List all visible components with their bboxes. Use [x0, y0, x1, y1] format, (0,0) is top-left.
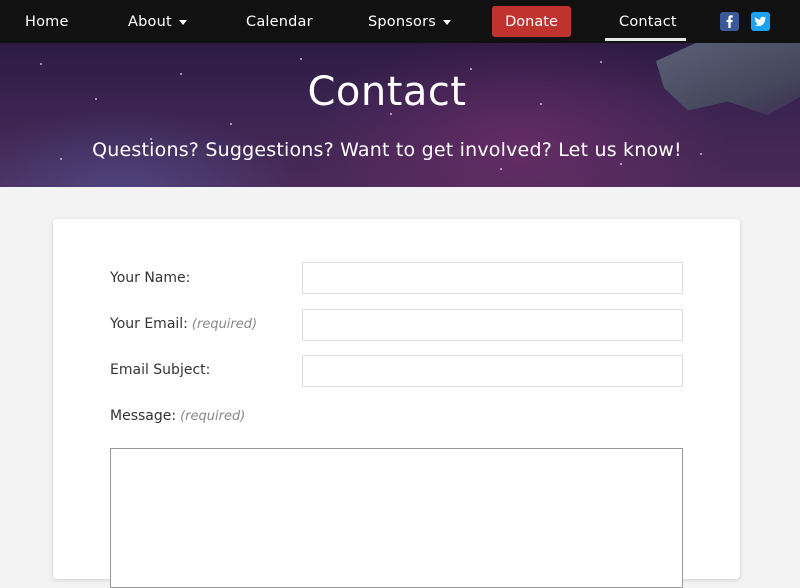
nav-sponsors-label: Sponsors [368, 13, 437, 30]
active-nav-indicator [605, 38, 686, 41]
message-label: Message: (required) [110, 408, 245, 424]
email-label-text: Your Email: [110, 316, 188, 332]
twitter-icon[interactable] [751, 12, 770, 31]
name-field[interactable] [302, 262, 683, 294]
required-hint: (required) [191, 317, 258, 332]
nav-calendar[interactable]: Calendar [246, 0, 313, 43]
name-label-text: Your Name: [110, 270, 191, 286]
message-textarea[interactable] [110, 448, 683, 588]
hero-banner: Contact Questions? Suggestions? Want to … [0, 43, 800, 187]
required-hint: (required) [180, 409, 246, 424]
chevron-down-icon [443, 19, 452, 25]
subject-field[interactable] [302, 355, 683, 387]
subject-label: Email Subject: [110, 362, 210, 378]
nav-contact[interactable]: Contact [619, 0, 677, 43]
email-label: Your Email: (required) [110, 316, 257, 332]
nav-about[interactable]: About [128, 0, 187, 43]
chevron-down-icon [178, 19, 187, 25]
page-title: Contact [307, 69, 467, 115]
subject-label-text: Email Subject: [110, 362, 211, 378]
name-label: Your Name: [110, 270, 190, 286]
nav-about-label: About [128, 13, 172, 30]
nav-sponsors[interactable]: Sponsors [368, 0, 452, 43]
nav-home[interactable]: Home [25, 0, 69, 43]
facebook-icon[interactable] [720, 12, 739, 31]
contact-form-card: Your Name: Your Email: (required) Email S… [53, 219, 740, 588]
email-field[interactable] [302, 309, 683, 341]
page-subtitle: Questions? Suggestions? Want to get invo… [92, 139, 682, 161]
top-nav: Home About Calendar Sponsors Donate Cont… [0, 0, 800, 43]
message-label-text: Message: [110, 408, 177, 424]
donate-button[interactable]: Donate [492, 6, 571, 37]
